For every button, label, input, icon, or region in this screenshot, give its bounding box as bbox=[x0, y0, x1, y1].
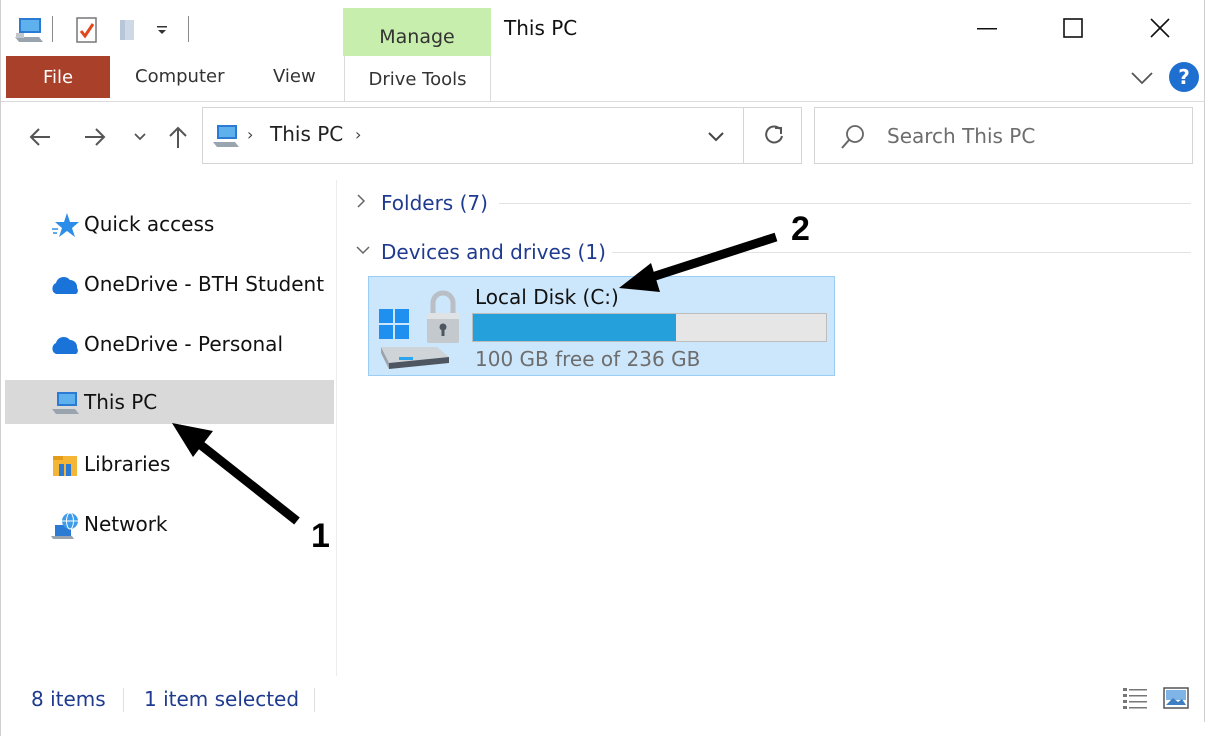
nav-item-onedrive-bth-student[interactable]: OneDrive - BTH Student bbox=[5, 262, 334, 306]
window-title: This PC bbox=[504, 16, 578, 40]
ribbon-tab-bar: File Computer View Drive Tools ? bbox=[1, 56, 1205, 102]
back-button[interactable] bbox=[25, 120, 55, 154]
up-button[interactable] bbox=[163, 120, 193, 154]
nav-item-network[interactable]: Network bbox=[5, 502, 334, 546]
toolbar-separator bbox=[52, 16, 53, 42]
chevron-down-icon bbox=[134, 133, 146, 141]
nav-item-libraries[interactable]: Libraries bbox=[5, 442, 334, 486]
maximize-button[interactable] bbox=[1043, 6, 1103, 50]
status-selection: 1 item selected bbox=[144, 687, 300, 711]
divider bbox=[743, 108, 744, 163]
expand-ribbon-button[interactable] bbox=[1129, 66, 1155, 90]
breadcrumb-chevron-icon[interactable]: › bbox=[355, 125, 361, 144]
tab-drive-tools[interactable]: Drive Tools bbox=[344, 56, 491, 102]
nav-item-label: Network bbox=[84, 512, 168, 536]
minimize-icon bbox=[977, 28, 997, 30]
large-icons-view-button[interactable] bbox=[1162, 685, 1190, 711]
nav-item-onedrive-personal[interactable]: OneDrive - Personal bbox=[5, 322, 334, 366]
group-divider bbox=[612, 252, 1191, 253]
search-input[interactable] bbox=[887, 118, 1177, 154]
nav-item-quick-access[interactable]: Quick access bbox=[5, 202, 334, 246]
nav-item-label: This PC bbox=[84, 390, 158, 414]
this-pc-icon bbox=[49, 389, 81, 417]
arrow-up-icon bbox=[169, 126, 187, 148]
status-item-count: 8 items bbox=[31, 687, 106, 711]
file-explorer-window: Manage This PC File Computer View Drive … bbox=[0, 0, 1205, 736]
chevron-right-icon bbox=[355, 193, 373, 213]
details-view-icon bbox=[1123, 688, 1147, 709]
this-pc-icon[interactable] bbox=[13, 12, 45, 48]
annotation-label-1: 1 bbox=[311, 517, 330, 555]
tab-computer[interactable]: Computer bbox=[135, 66, 224, 87]
nav-item-label: OneDrive - Personal bbox=[84, 332, 283, 356]
close-icon bbox=[1150, 18, 1170, 38]
drive-usage-bar bbox=[472, 313, 827, 342]
large-icons-view-icon bbox=[1163, 687, 1189, 709]
quick-access-star-icon bbox=[49, 211, 81, 239]
recent-locations-button[interactable] bbox=[127, 120, 153, 154]
group-header-devices-and-drives[interactable]: Devices and drives (1) bbox=[355, 237, 606, 267]
new-folder-icon[interactable] bbox=[115, 12, 141, 48]
window-bottom-edge bbox=[1, 722, 1205, 736]
nav-item-label: OneDrive - BTH Student bbox=[84, 272, 325, 296]
title-bar: Manage This PC bbox=[1, 0, 1205, 58]
nav-item-this-pc[interactable]: This PC bbox=[5, 380, 334, 424]
divider bbox=[314, 688, 315, 712]
arrow-right-icon bbox=[85, 128, 106, 146]
navigation-pane: Quick access OneDrive - BTH Student OneD… bbox=[1, 180, 337, 676]
bitlocker-drive-icon bbox=[377, 283, 469, 369]
chevron-down-icon bbox=[355, 244, 373, 260]
maximize-icon bbox=[1063, 18, 1083, 38]
breadcrumb-chevron-icon[interactable]: › bbox=[247, 125, 253, 144]
drive-name: Local Disk (C:) bbox=[475, 285, 619, 309]
details-view-button[interactable] bbox=[1121, 685, 1149, 711]
refresh-button[interactable] bbox=[759, 120, 789, 150]
onedrive-cloud-icon bbox=[49, 331, 81, 359]
address-history-dropdown[interactable] bbox=[703, 124, 729, 150]
content-pane: Folders (7) Devices and drives (1) Local… bbox=[339, 180, 1205, 676]
search-box[interactable] bbox=[814, 107, 1193, 164]
arrow-left-icon bbox=[29, 128, 50, 146]
annotation-label-2: 2 bbox=[791, 210, 810, 248]
group-label: Devices and drives (1) bbox=[381, 240, 606, 264]
forward-button[interactable] bbox=[80, 120, 110, 154]
close-button[interactable] bbox=[1130, 6, 1190, 50]
drive-free-space: 100 GB free of 236 GB bbox=[475, 347, 701, 371]
group-divider bbox=[499, 203, 1191, 204]
breadcrumb-this-pc[interactable]: This PC bbox=[270, 122, 343, 146]
minimize-button[interactable] bbox=[957, 6, 1017, 50]
this-pc-icon bbox=[211, 122, 241, 150]
nav-item-label: Libraries bbox=[84, 452, 171, 476]
status-bar: 8 items 1 item selected bbox=[1, 676, 1205, 722]
customize-dropdown-icon[interactable] bbox=[155, 12, 171, 48]
refresh-icon bbox=[765, 125, 783, 144]
address-bar[interactable]: › This PC › bbox=[202, 107, 802, 164]
toolbar-separator bbox=[188, 16, 189, 42]
tab-view[interactable]: View bbox=[273, 66, 316, 87]
divider bbox=[123, 688, 124, 712]
chevron-down-icon bbox=[1131, 72, 1153, 85]
group-label: Folders (7) bbox=[381, 191, 488, 215]
drive-tile-local-disk-c[interactable]: Local Disk (C:) 100 GB free of 236 GB bbox=[368, 276, 835, 376]
chevron-down-icon bbox=[708, 132, 724, 142]
search-icon bbox=[839, 123, 867, 151]
manage-contextual-tab[interactable]: Manage bbox=[343, 8, 491, 56]
network-icon bbox=[49, 511, 81, 539]
properties-icon[interactable] bbox=[75, 12, 101, 48]
help-button[interactable]: ? bbox=[1169, 62, 1199, 92]
libraries-icon bbox=[49, 451, 81, 479]
nav-item-label: Quick access bbox=[84, 212, 215, 236]
onedrive-cloud-icon bbox=[49, 271, 81, 299]
drive-usage-fill bbox=[473, 314, 677, 341]
tab-file[interactable]: File bbox=[6, 56, 110, 98]
group-header-folders[interactable]: Folders (7) bbox=[355, 188, 488, 218]
